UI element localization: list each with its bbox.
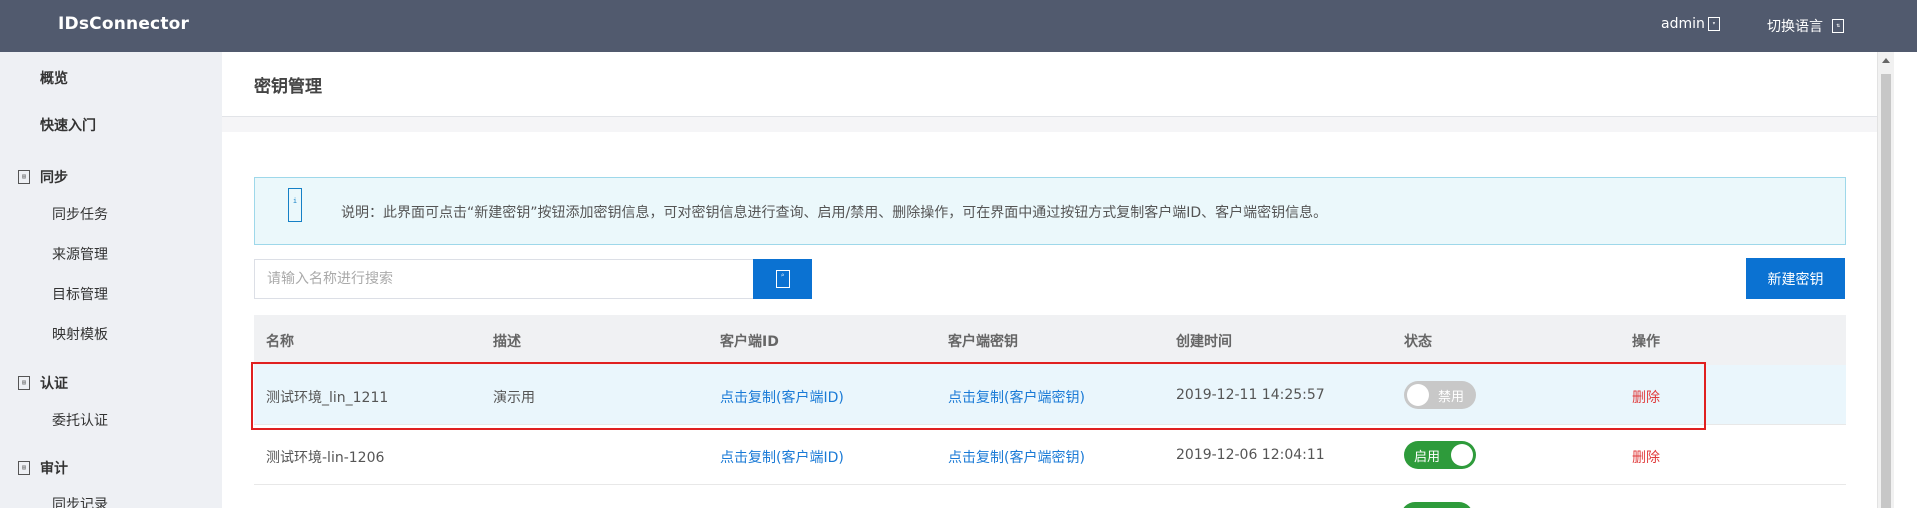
- sidebar-item-overview[interactable]: 概览: [40, 68, 68, 88]
- sidebar-item-delegated-auth[interactable]: 委托认证: [52, 410, 108, 430]
- content-panel: i 说明：此界面可点击“新建密钥”按钮添加密钥信息，可对密钥信息进行查询、启用/…: [222, 132, 1877, 508]
- column-header-status: 状态: [1404, 334, 1432, 350]
- column-header-actions: 操作: [1632, 334, 1660, 350]
- language-icon: ⇅: [1832, 19, 1844, 33]
- copy-client-id-link[interactable]: 点击复制(客户端ID): [720, 387, 844, 407]
- scroll-up-icon[interactable]: [1882, 58, 1890, 63]
- page-scrollbar[interactable]: [1877, 52, 1894, 508]
- sidebar-group-label: 认证: [40, 376, 68, 392]
- toggle-knob: [1451, 444, 1473, 466]
- cell-created-time: 2019-12-06 12:04:11: [1176, 447, 1325, 463]
- copy-client-secret-link[interactable]: 点击复制(客户端密钥): [948, 447, 1085, 467]
- top-header: IDsConnector admin ▾ 切换语言 ⇅: [0, 0, 1917, 52]
- sidebar-item-sync-records[interactable]: 同步记录: [52, 494, 108, 508]
- sidebar-item-source-management[interactable]: 来源管理: [52, 244, 108, 264]
- sidebar-group-sync[interactable]: ▤ 同步: [18, 167, 68, 187]
- sidebar-item-sync-tasks[interactable]: 同步任务: [52, 204, 108, 224]
- sidebar-group-audit[interactable]: ▤ 审计: [18, 458, 68, 478]
- status-toggle[interactable]: 启用: [1404, 441, 1476, 469]
- info-notice: i 说明：此界面可点击“新建密钥”按钮添加密钥信息，可对密钥信息进行查询、启用/…: [254, 177, 1846, 245]
- new-key-button[interactable]: 新建密钥: [1746, 258, 1845, 299]
- search-input[interactable]: [254, 259, 754, 299]
- status-toggle[interactable]: [1401, 502, 1473, 508]
- table-row: 测试环境-lin-1206 点击复制(客户端ID) 点击复制(客户端密钥) 20…: [254, 425, 1846, 485]
- search-button[interactable]: ⌕: [753, 259, 812, 299]
- info-icon: i: [288, 188, 302, 222]
- table-row: 测试环境_lin_1211 演示用 点击复制(客户端ID) 点击复制(客户端密钥…: [254, 365, 1846, 425]
- audit-group-icon: ▤: [18, 461, 30, 475]
- table-header: 名称 描述 客户端ID 客户端密钥 创建时间 状态 操作: [254, 315, 1846, 365]
- column-header-client-secret: 客户端密钥: [948, 334, 1018, 350]
- sidebar-group-label: 同步: [40, 170, 68, 186]
- right-margin: [1894, 52, 1917, 508]
- cell-created-time: 2019-12-11 14:25:57: [1176, 387, 1325, 403]
- delete-button[interactable]: 删除: [1632, 447, 1660, 467]
- column-header-description: 描述: [493, 334, 521, 350]
- copy-client-id-link[interactable]: 点击复制(客户端ID): [720, 447, 844, 467]
- delete-button[interactable]: 删除: [1632, 387, 1660, 407]
- language-switch[interactable]: 切换语言 ⇅: [1767, 16, 1844, 36]
- brand-logo[interactable]: IDsConnector: [58, 14, 189, 34]
- user-menu[interactable]: admin ▾: [1661, 16, 1720, 32]
- page-header: 密钥管理: [222, 52, 1877, 117]
- main-area: 密钥管理 i 说明：此界面可点击“新建密钥”按钮添加密钥信息，可对密钥信息进行查…: [222, 52, 1877, 508]
- auth-group-icon: ▤: [18, 376, 30, 390]
- copy-client-secret-link[interactable]: 点击复制(客户端密钥): [948, 387, 1085, 407]
- cell-description: 演示用: [493, 390, 535, 406]
- sidebar-item-quickstart[interactable]: 快速入门: [40, 115, 96, 135]
- status-toggle[interactable]: 禁用: [1404, 381, 1476, 409]
- user-name: admin: [1661, 16, 1705, 32]
- status-toggle-label: 启用: [1414, 450, 1441, 465]
- user-dropdown-icon: ▾: [1707, 17, 1720, 31]
- column-header-name: 名称: [266, 334, 294, 350]
- toggle-knob: [1407, 384, 1429, 406]
- scrollbar-thumb[interactable]: [1881, 74, 1891, 508]
- page-title: 密钥管理: [254, 77, 322, 97]
- language-switch-label: 切换语言: [1767, 19, 1823, 35]
- keys-table: 名称 描述 客户端ID 客户端密钥 创建时间 状态 操作 测试环境_lin_12…: [254, 315, 1846, 485]
- sync-group-icon: ▤: [18, 170, 30, 184]
- cell-name: 测试环境_lin_1211: [266, 390, 389, 406]
- sidebar-group-auth[interactable]: ▤ 认证: [18, 373, 68, 393]
- search-icon: ⌕: [775, 270, 790, 288]
- sidebar-group-label: 审计: [40, 461, 68, 477]
- status-toggle-label: 禁用: [1437, 390, 1464, 405]
- sidebar-item-target-management[interactable]: 目标管理: [52, 284, 108, 304]
- column-header-created-time: 创建时间: [1176, 334, 1232, 350]
- column-header-client-id: 客户端ID: [720, 334, 779, 350]
- cell-name: 测试环境-lin-1206: [266, 450, 385, 466]
- notice-text: 说明：此界面可点击“新建密钥”按钮添加密钥信息，可对密钥信息进行查询、启用/禁用…: [341, 205, 1328, 221]
- sidebar: 概览 快速入门 ▤ 同步 同步任务 来源管理 目标管理 映射模板 ▤ 认证 委托…: [0, 52, 222, 508]
- sidebar-item-mapping-templates[interactable]: 映射模板: [52, 324, 108, 344]
